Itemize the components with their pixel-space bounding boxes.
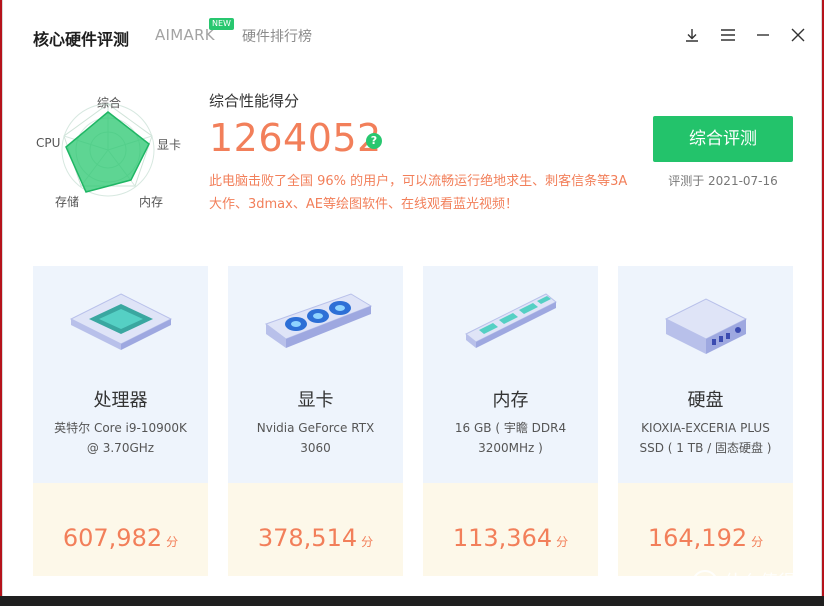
memory-score-value: 113,364 bbox=[452, 524, 553, 552]
gpu-card[interactable]: 显卡 Nvidia GeForce RTX 3060 378,514 分 bbox=[228, 266, 403, 576]
radar-label-cpu: CPU bbox=[36, 136, 61, 150]
memory-score: 113,364 分 bbox=[423, 524, 598, 552]
gpu-score-value: 378,514 bbox=[257, 524, 358, 552]
header: 核心硬件评测 AIMARK NEW 硬件排行榜 bbox=[3, 0, 821, 70]
close-icon[interactable] bbox=[789, 26, 807, 44]
cpu-score-unit: 分 bbox=[166, 535, 179, 549]
tab-core-hardware[interactable]: 核心硬件评测 bbox=[33, 26, 129, 50]
radar-label-storage: 存储 bbox=[55, 195, 80, 209]
memory-card[interactable]: 内存 16 GB ( 宇瞻 DDR4 3200MHz ) 113,364 分 bbox=[423, 266, 598, 576]
gpu-score: 378,514 分 bbox=[228, 524, 403, 552]
disk-score-value: 164,192 bbox=[647, 524, 748, 552]
score-description: 此电脑击败了全国 96% 的用户，可以流畅运行绝地求生、刺客信条等3A大作、3d… bbox=[209, 174, 628, 212]
download-icon[interactable] bbox=[683, 26, 701, 44]
watermark: 值什么值得买 bbox=[692, 568, 814, 596]
cpu-model: 英特尔 Core i9-10900K @ 3.70GHz bbox=[54, 421, 187, 455]
tab-hardware-ranking[interactable]: 硬件排行榜 bbox=[242, 26, 312, 46]
memory-model: 16 GB ( 宇瞻 DDR4 3200MHz ) bbox=[454, 421, 567, 455]
memory-score-unit: 分 bbox=[556, 535, 569, 549]
cpu-card[interactable]: 处理器 英特尔 Core i9-10900K @ 3.70GHz 607,982… bbox=[33, 266, 208, 576]
gpu-card-title: 显卡 bbox=[297, 390, 334, 411]
new-badge: NEW bbox=[209, 18, 234, 30]
cpu-chip-icon bbox=[33, 284, 208, 364]
cpu-score: 607,982 分 bbox=[33, 524, 208, 552]
disk-score: 164,192 分 bbox=[618, 524, 793, 552]
hard-disk-icon bbox=[618, 284, 793, 364]
disk-card-title: 硬盘 bbox=[687, 390, 724, 411]
ram-stick-icon bbox=[423, 284, 598, 364]
disk-score-unit: 分 bbox=[751, 535, 764, 549]
menu-icon[interactable] bbox=[719, 26, 737, 44]
radar-label-overall: 综合 bbox=[97, 96, 122, 110]
cpu-score-value: 607,982 bbox=[62, 524, 163, 552]
overall-score: 1264052 bbox=[209, 116, 382, 160]
disk-card[interactable]: 硬盘 KIOXIA-EXCERIA PLUS SSD ( 1 TB / 固态硬盘… bbox=[618, 266, 793, 576]
watermark-text: 什么值得买 bbox=[724, 572, 814, 593]
gpu-score-unit: 分 bbox=[361, 535, 374, 549]
performance-radar: 综合 显卡 内存 存储 CPU bbox=[33, 90, 181, 214]
help-icon[interactable]: ? bbox=[366, 133, 382, 149]
cpu-card-title: 处理器 bbox=[93, 390, 148, 411]
app-window: 核心硬件评测 AIMARK NEW 硬件排行榜 综合 显卡 内存 存储 CPU … bbox=[2, 0, 822, 596]
gpu-card-icon bbox=[228, 284, 403, 364]
memory-card-title: 内存 bbox=[492, 390, 529, 411]
radar-label-memory: 内存 bbox=[139, 195, 164, 209]
minimize-icon[interactable] bbox=[754, 26, 772, 44]
evaluation-date: 评测于 2021-07-16 bbox=[668, 174, 778, 188]
tab-aimark[interactable]: AIMARK bbox=[155, 26, 215, 44]
radar-label-gpu: 显卡 bbox=[157, 138, 182, 152]
overall-evaluate-button[interactable]: 综合评测 bbox=[653, 116, 793, 162]
taskbar bbox=[0, 596, 824, 606]
score-title: 综合性能得分 bbox=[209, 92, 300, 110]
gpu-model: Nvidia GeForce RTX 3060 bbox=[256, 421, 375, 455]
watermark-logo-icon: 值 bbox=[692, 570, 718, 596]
disk-model: KIOXIA-EXCERIA PLUS SSD ( 1 TB / 固态硬盘 ) bbox=[639, 421, 772, 455]
